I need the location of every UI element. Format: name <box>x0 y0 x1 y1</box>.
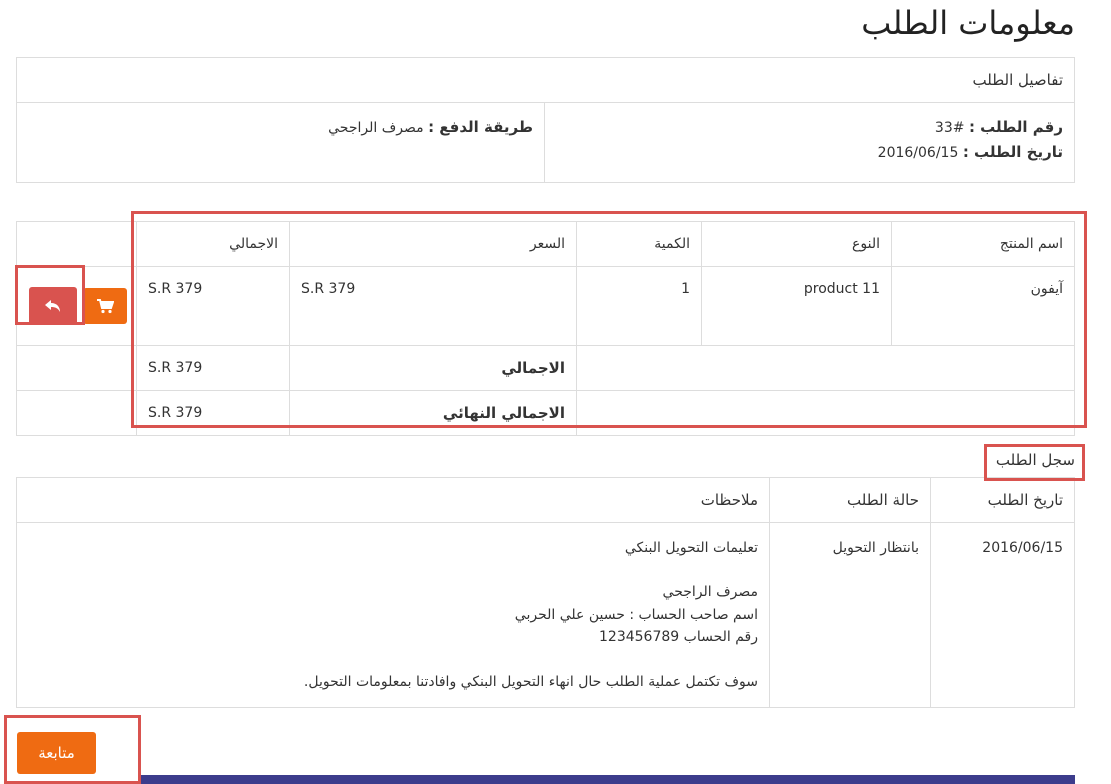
grand-total-label: الاجمالي النهائي <box>289 390 577 436</box>
order-history-table: تاريخ الطلب حالة الطلب ملاحظات 2016/06/1… <box>16 477 1075 708</box>
notes-line <box>28 559 758 581</box>
subtotal-row: الاجمالي S.R 379 <box>16 345 1075 391</box>
products-table: اسم المنتج النوع الكمية السعر الاجمالي آ… <box>16 221 1075 436</box>
grand-total-row: الاجمالي النهائي S.R 379 <box>16 390 1075 436</box>
cart-icon <box>97 299 114 314</box>
page-title: معلومات الطلب <box>861 4 1075 42</box>
order-history-title: سجل الطلب <box>995 451 1075 469</box>
add-to-cart-button[interactable] <box>83 288 127 324</box>
history-date: 2016/06/15 <box>930 522 1075 708</box>
row-actions <box>16 266 137 346</box>
product-quantity: 1 <box>576 266 702 346</box>
history-status: بانتظار التحويل <box>769 522 931 708</box>
notes-line <box>28 649 758 671</box>
header-type: النوع <box>701 221 892 267</box>
order-details-caption: تفاصيل الطلب <box>16 57 1075 103</box>
product-total: S.R 379 <box>136 266 290 346</box>
notes-line: رقم الحساب 123456789 <box>599 629 758 646</box>
header-history-date: تاريخ الطلب <box>930 477 1075 523</box>
order-details-panel: تفاصيل الطلب رقم الطلب : #33 تاريخ الطلب… <box>16 57 1075 183</box>
header-history-status: حالة الطلب <box>769 477 931 523</box>
payment-method-value: مصرف الراجحي <box>328 120 424 136</box>
history-notes: تعليمات التحويل البنكي مصرف الراجحي اسم … <box>16 522 770 708</box>
footer-bar <box>140 775 1075 784</box>
order-date-value: 2016/06/15 <box>877 145 959 162</box>
payment-method: طريقة الدفع : مصرف الراجحي <box>328 118 533 136</box>
notes-line: مصرف الراجحي <box>662 584 758 601</box>
notes-line: اسم صاحب الحساب : حسين علي الحربي <box>514 606 758 623</box>
product-price: S.R 379 <box>289 266 577 346</box>
table-row: آيفون product 11 1 S.R 379 S.R 379 <box>16 266 1075 346</box>
table-row: 2016/06/15 بانتظار التحويل تعليمات التحو… <box>16 522 1075 708</box>
order-date: تاريخ الطلب : 2016/06/15 <box>877 143 1063 162</box>
header-history-notes: ملاحظات <box>16 477 770 523</box>
header-actions <box>16 221 137 267</box>
order-number: رقم الطلب : #33 <box>934 118 1063 136</box>
header-product-name: اسم المنتج <box>891 221 1075 267</box>
product-type: product 11 <box>701 266 892 346</box>
subtotal-label: الاجمالي <box>289 345 577 391</box>
subtotal-value: S.R 379 <box>136 345 290 391</box>
header-price: السعر <box>289 221 577 267</box>
continue-button[interactable]: متابعة <box>17 732 96 774</box>
notes-line: سوف تكتمل عملية الطلب حال انهاء التحويل … <box>303 673 758 690</box>
order-info-cell: رقم الطلب : #33 تاريخ الطلب : 2016/06/15 <box>544 102 1075 183</box>
order-number-value: #33 <box>934 120 965 136</box>
product-name: آيفون <box>891 266 1075 346</box>
header-quantity: الكمية <box>576 221 702 267</box>
notes-line: تعليمات التحويل البنكي <box>624 540 758 556</box>
grand-total-value: S.R 379 <box>136 390 290 436</box>
reply-icon <box>45 300 60 312</box>
header-total: الاجمالي <box>136 221 290 267</box>
return-button[interactable] <box>29 287 77 325</box>
payment-info-cell: طريقة الدفع : مصرف الراجحي <box>16 102 545 183</box>
